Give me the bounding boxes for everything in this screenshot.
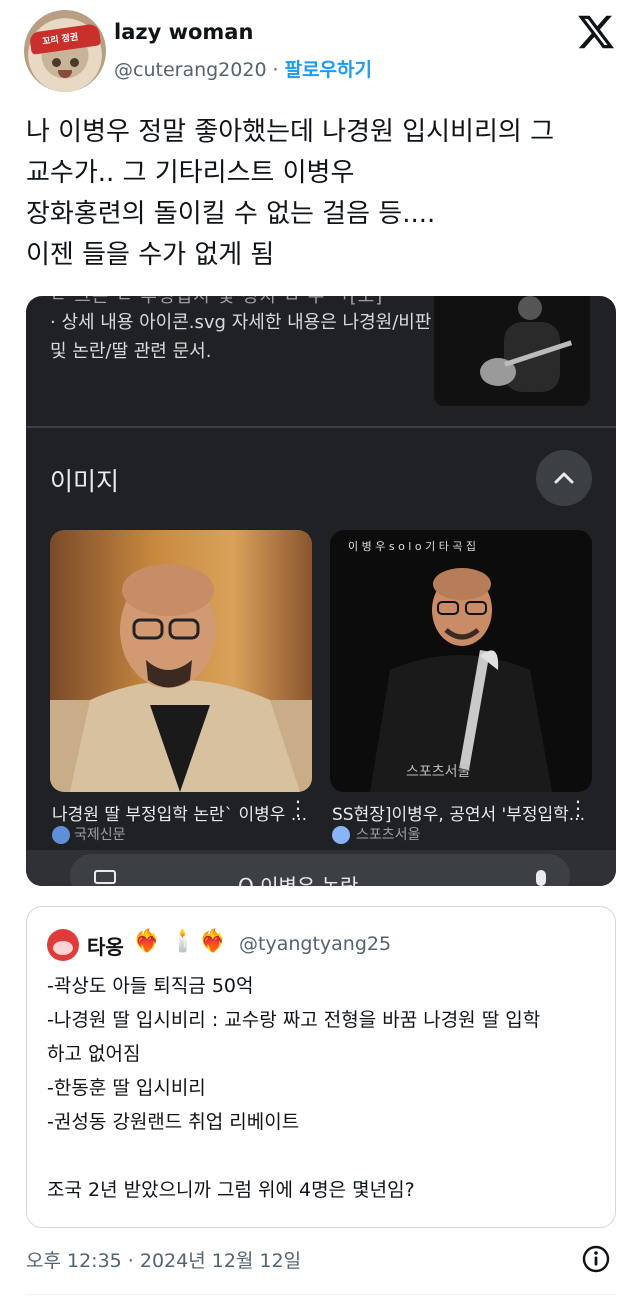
footer-divider	[26, 1294, 616, 1295]
quote-line: -권성동 강원랜드 취업 리베이트	[47, 1111, 300, 1133]
tweet-media-image[interactable]: ㄴ 그는 ㄴ 부정입시 및 정치 ㅁ 주 ㄱ[도] · 상세 내용 아이콘.sv…	[26, 296, 616, 886]
author-handle-row: @cuterang2020 · 팔로우하기	[114, 55, 372, 82]
avatar-mouth	[58, 70, 72, 78]
author-handle[interactable]: @cuterang2020	[114, 59, 267, 81]
image-result-1[interactable]	[50, 530, 312, 792]
guitarist-photo-illustration: 이 병 우 s o l o 기 타 곡 집 스포츠서울	[348, 540, 552, 792]
quote-blank-line	[47, 1139, 603, 1173]
image-result-caption[interactable]: 나경원 딸 부정입학 논란` 이병우 ...	[52, 800, 310, 825]
watermark-text: 스포츠서울	[406, 764, 471, 780]
quote-line: 조국 2년 받았으니까 그럼 위에 4명은 몇년임?	[47, 1179, 415, 1201]
guitarist-silhouette-icon	[480, 296, 573, 392]
author-avatar[interactable]: 꼬리 정권	[24, 10, 106, 92]
image-result-caption[interactable]: SS현장]이병우, 공연서 '부정입학...	[332, 800, 590, 825]
album-text: 이 병 우 s o l o 기 타 곡 집	[348, 540, 476, 553]
tweet-line: 장화홍련의 돌이킬 수 없는 걸음 등....	[26, 199, 436, 229]
tweet-text: 나 이병우 정말 좋아했는데 나경원 입시비리의 그 교수가.. 그 기타리스트…	[26, 112, 626, 276]
chevron-up-icon	[554, 472, 574, 484]
avatar-eye	[52, 58, 61, 67]
x-logo-icon[interactable]	[576, 12, 616, 52]
source-favicon-icon	[52, 826, 70, 844]
author-display-name[interactable]: lazy woman	[114, 20, 253, 44]
search-query[interactable]: Q 이병우 논란	[238, 870, 358, 886]
tweet-line: 교수가.. 그 기타리스트 이병우	[26, 158, 355, 188]
candle-emoji: 🕯️	[169, 929, 197, 954]
portrait-illustration	[50, 564, 312, 792]
guitarist-thumbnail	[434, 296, 590, 406]
mic-icon[interactable]	[536, 870, 546, 886]
quote-tweet[interactable]: 타옹 ❤️‍🔥 🕯️ ❤️‍🔥 @tyangtyang25 -곽상도 아들 퇴직…	[26, 906, 616, 1228]
tabs-icon[interactable]	[94, 870, 116, 884]
images-section-title: 이미지	[50, 467, 120, 496]
more-options-icon[interactable]: ⋮	[288, 796, 308, 820]
section-divider	[26, 426, 616, 428]
quote-line: -곽상도 아들 퇴직금 50억	[47, 975, 254, 997]
image-result-source: 국제신문	[74, 827, 126, 843]
image-result-source: 스포츠서울	[356, 827, 421, 843]
info-icon[interactable]	[581, 1244, 611, 1274]
fire-heart-emoji: ❤️‍🔥	[133, 929, 161, 954]
tweet-line: 이젠 들을 수가 없게 됨	[26, 240, 275, 270]
fire-heart-emoji: ❤️‍🔥	[199, 929, 227, 954]
quote-line: -한동훈 딸 입시비리	[47, 1077, 206, 1099]
follow-button[interactable]: 팔로우하기	[285, 59, 372, 81]
tweet-line: 나 이병우 정말 좋아했는데 나경원 입시비리의 그	[26, 117, 554, 147]
quote-line: -나경원 딸 입시비리 : 교수랑 짜고 전형을 바꿈 나경원 딸 입학	[47, 1009, 541, 1031]
media-top-text: · 상세 내용 아이콘.svg 자세한 내용은 나경원/비판 및 논란/딸 관련…	[50, 312, 432, 362]
quote-body: -곽상도 아들 퇴직금 50억 -나경원 딸 입시비리 : 교수랑 짜고 전형을…	[47, 969, 603, 1207]
quote-line: 하고 없어짐	[47, 1043, 141, 1065]
source-favicon-icon	[332, 826, 350, 844]
tweet-timestamp[interactable]: 오후 12:35 · 2024년 12월 12일	[26, 1246, 301, 1273]
image-result-2[interactable]: 이 병 우 s o l o 기 타 곡 집 스포츠서울	[330, 530, 592, 792]
quote-author-avatar[interactable]	[47, 929, 79, 961]
separator-dot: ·	[272, 59, 279, 81]
avatar-eye	[70, 58, 79, 67]
quote-author-name[interactable]: 타옹	[87, 931, 124, 960]
more-options-icon[interactable]: ⋮	[568, 796, 588, 820]
collapse-button[interactable]	[536, 450, 592, 506]
clipped-text-line: ㄴ 그는 ㄴ 부정입시 및 정치 ㅁ 주 ㄱ[도]	[50, 296, 384, 307]
quote-author-handle[interactable]: @tyangtyang25	[239, 933, 391, 955]
